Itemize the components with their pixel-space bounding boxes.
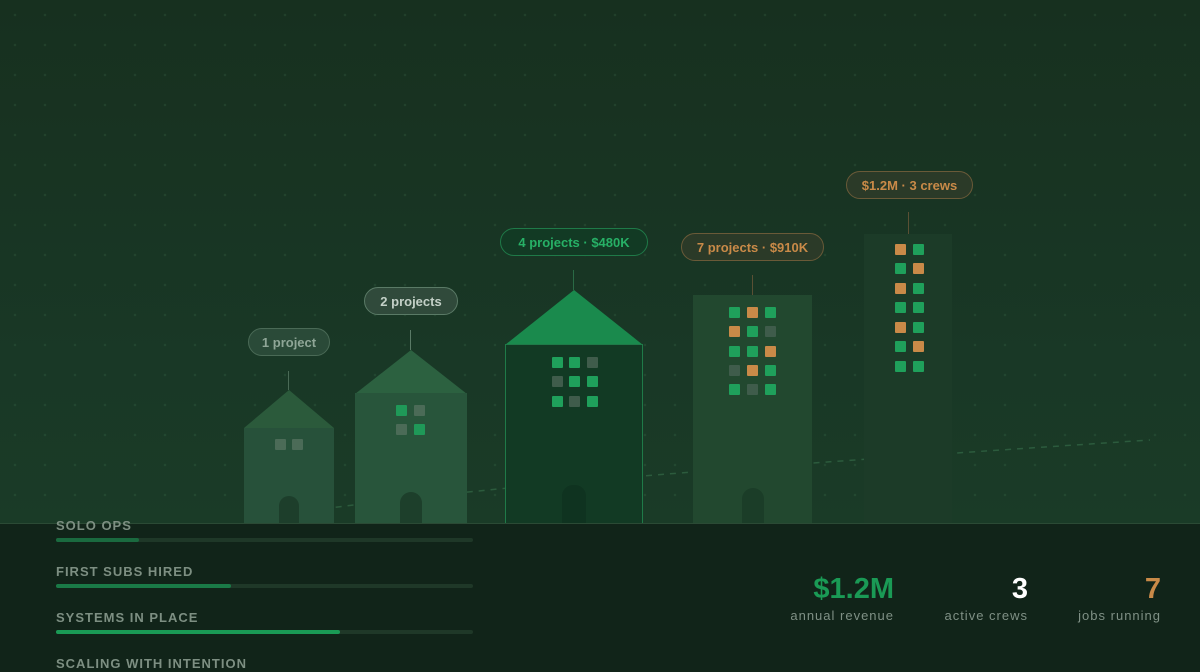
window	[765, 326, 776, 337]
window	[895, 341, 906, 352]
window	[396, 424, 407, 435]
window	[569, 396, 580, 407]
window	[396, 405, 407, 416]
stat-annual-revenue: $1.2M annual revenue	[790, 572, 894, 623]
window	[895, 283, 906, 294]
window	[913, 322, 924, 333]
window	[765, 365, 776, 376]
stage-progress-track	[56, 584, 473, 588]
house-2-body	[355, 393, 467, 524]
tag-1-stem	[288, 371, 289, 390]
window	[587, 396, 598, 407]
window	[765, 346, 776, 357]
building-tower-1	[693, 295, 812, 524]
window	[569, 376, 580, 387]
window	[587, 376, 598, 387]
stage-progress-track	[56, 538, 473, 542]
building-tag-1: 1 project	[248, 328, 330, 356]
stat-label: annual revenue	[790, 608, 894, 623]
stat-value: $1.2M	[813, 573, 894, 605]
window	[895, 244, 906, 255]
tower-2-body	[864, 234, 952, 524]
window	[913, 302, 924, 313]
window	[292, 439, 303, 450]
window	[895, 302, 906, 313]
window	[895, 263, 906, 274]
building-tag-2: 2 projects	[364, 287, 458, 315]
building-tower-2	[864, 234, 952, 524]
window	[913, 263, 924, 274]
building-tag-4: 7 projects · $910K	[681, 233, 824, 261]
stage-label: SOLO OPS	[56, 518, 132, 533]
window	[729, 365, 740, 376]
window	[552, 357, 563, 368]
building-house-3	[505, 290, 643, 524]
stat-label: active crews	[944, 608, 1028, 623]
stat-value: 3	[1011, 573, 1028, 605]
stage-progress-fill	[56, 630, 340, 634]
window	[747, 326, 758, 337]
stage-solo-ops: SOLO OPS	[56, 518, 474, 546]
window	[913, 341, 924, 352]
door	[562, 485, 586, 523]
stat-label: jobs running	[1078, 608, 1161, 623]
tower-1-body	[693, 295, 812, 524]
stage-label: SYSTEMS IN PLACE	[56, 610, 199, 625]
tag-5-stem	[908, 212, 909, 234]
window	[747, 365, 758, 376]
window	[552, 376, 563, 387]
house-1-roof	[244, 390, 334, 428]
stat-active-crews: 3 active crews	[944, 572, 1028, 623]
stage-systems-in-place: SYSTEMS IN PLACE	[56, 610, 474, 638]
building-house-2	[355, 350, 467, 524]
window	[729, 384, 740, 395]
tag-4-stem	[752, 275, 753, 295]
window	[552, 396, 563, 407]
window	[895, 361, 906, 372]
window	[414, 405, 425, 416]
window	[765, 307, 776, 318]
window	[913, 361, 924, 372]
growth-scene: 1 project 2 projects 4 projects · $480K …	[0, 0, 1200, 524]
building-tag-5: $1.2M · 3 crews	[846, 171, 973, 199]
window	[569, 357, 580, 368]
house-2-roof	[355, 350, 467, 394]
window	[729, 307, 740, 318]
window	[913, 283, 924, 294]
window	[747, 307, 758, 318]
window	[747, 384, 758, 395]
stage-progress-fill	[56, 538, 140, 542]
house-3-roof	[505, 290, 643, 345]
building-tag-3: 4 projects · $480K	[500, 228, 648, 256]
stage-label: SCALING WITH INTENTION	[56, 656, 247, 671]
stat-value: 7	[1144, 573, 1161, 605]
window	[765, 384, 776, 395]
stage-first-subs-hired: FIRST SUBS HIRED	[56, 564, 474, 592]
building-house-1	[244, 390, 334, 524]
tag-2-stem	[410, 330, 411, 350]
house-3-body	[505, 344, 643, 524]
stage-label: FIRST SUBS HIRED	[56, 564, 194, 579]
door	[741, 488, 764, 524]
window	[913, 244, 924, 255]
stage-scaling-with-intention: SCALING WITH INTENTION	[56, 656, 474, 672]
window	[275, 439, 286, 450]
window	[729, 326, 740, 337]
window	[414, 424, 425, 435]
window	[729, 346, 740, 357]
window	[587, 357, 598, 368]
stat-jobs-running: 7 jobs running	[1078, 572, 1161, 623]
stage-progress-track	[56, 630, 473, 634]
progress-panel: SOLO OPS FIRST SUBS HIRED SYSTEMS IN PLA…	[0, 518, 1200, 672]
tag-3-stem	[573, 270, 574, 290]
window	[895, 322, 906, 333]
house-1-body	[244, 428, 334, 524]
stage-progress-fill	[56, 584, 232, 588]
window	[747, 346, 758, 357]
